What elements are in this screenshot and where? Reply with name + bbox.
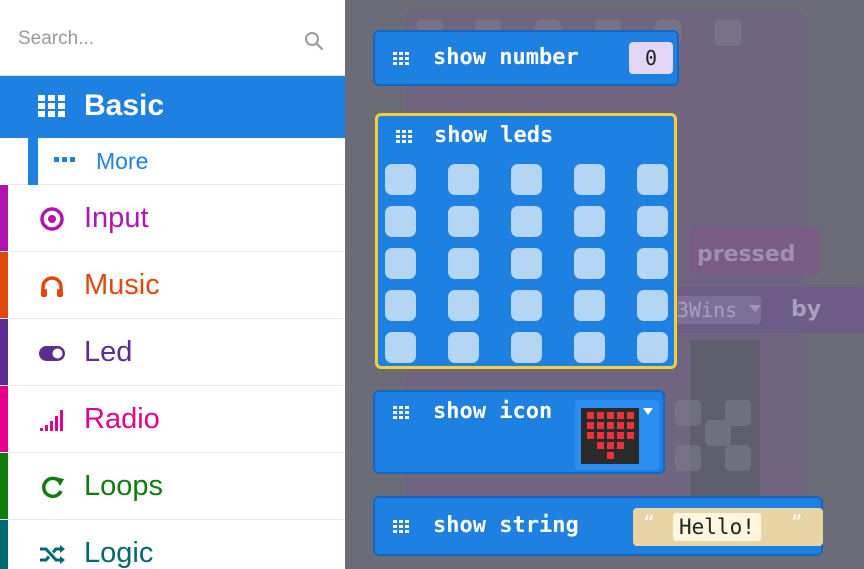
grid-icon (396, 130, 412, 143)
led-cell[interactable] (448, 248, 479, 279)
search-input[interactable] (16, 18, 300, 60)
show-leds-label: show leds (434, 123, 554, 148)
show-number-label: show number (433, 45, 579, 70)
category-more-label: More (96, 148, 149, 174)
led-cell[interactable] (574, 164, 605, 195)
category-led[interactable]: Led (0, 319, 345, 386)
category-radio-label: Radio (84, 403, 160, 435)
category-music-label: Music (84, 269, 160, 301)
toolbox-sidebar: Basic More Input Music Led (0, 0, 345, 569)
more-indicator (28, 138, 38, 185)
close-quote: ” (791, 512, 803, 537)
category-loops[interactable]: Loops (0, 453, 345, 520)
led-cell[interactable] (511, 248, 542, 279)
grid-icon (38, 95, 65, 117)
bg-pressed-text: pressed (697, 242, 795, 267)
led-cell[interactable] (637, 206, 668, 237)
grid-icon (393, 406, 409, 419)
bg-by-text: by (791, 297, 821, 322)
category-input-label: Input (84, 202, 149, 234)
category-basic-label: Basic (84, 89, 165, 122)
led-cell[interactable] (385, 248, 416, 279)
led-cell[interactable] (637, 164, 668, 195)
category-more[interactable]: More (0, 138, 345, 185)
show-string-label: show string (433, 513, 579, 538)
led-cell[interactable] (574, 332, 605, 363)
led-cell[interactable] (511, 164, 542, 195)
number-input[interactable]: 0 (629, 42, 673, 74)
led-cell[interactable] (574, 248, 605, 279)
search-box (0, 0, 345, 76)
category-music[interactable]: Music (0, 252, 345, 319)
led-cell[interactable] (511, 332, 542, 363)
category-basic[interactable]: Basic (0, 76, 345, 138)
grid-icon (393, 520, 409, 533)
led-cell[interactable] (574, 206, 605, 237)
led-cell[interactable] (448, 290, 479, 321)
led-cell[interactable] (385, 332, 416, 363)
open-quote: “ (643, 512, 655, 537)
icon-picker-dropdown[interactable] (575, 400, 659, 470)
headphones-icon (41, 276, 63, 297)
led-cell[interactable] (448, 206, 479, 237)
category-logic-label: Logic (84, 537, 154, 569)
show-leds-block[interactable]: show leds (375, 113, 677, 369)
string-value[interactable]: Hello! (673, 513, 761, 541)
category-led-label: Led (84, 336, 133, 368)
led-cell[interactable] (385, 164, 416, 195)
string-input[interactable]: “ Hello! ” (633, 508, 823, 546)
grid-icon (393, 52, 409, 65)
signal-bars-icon (40, 410, 63, 431)
category-logic[interactable]: Logic (0, 520, 345, 569)
show-number-block[interactable]: show number 0 (373, 30, 679, 86)
show-icon-label: show icon (433, 399, 553, 424)
show-icon-block[interactable]: show icon (373, 390, 665, 474)
blocks-workspace[interactable]: pressed 3Wins by show number 0 show leds… (345, 0, 864, 569)
target-icon (40, 207, 64, 231)
led-cell[interactable] (511, 290, 542, 321)
led-cell[interactable] (637, 248, 668, 279)
category-radio[interactable]: Radio (0, 386, 345, 453)
show-string-block[interactable]: show string “ Hello! ” (373, 496, 823, 556)
led-cell[interactable] (385, 290, 416, 321)
led-cell[interactable] (385, 206, 416, 237)
led-cell[interactable] (637, 290, 668, 321)
category-input[interactable]: Input (0, 185, 345, 252)
toggle-icon (39, 346, 65, 361)
led-cell[interactable] (637, 332, 668, 363)
loop-icon (42, 476, 64, 499)
category-loops-label: Loops (84, 470, 164, 502)
more-dots-icon (54, 157, 75, 162)
led-cell[interactable] (574, 290, 605, 321)
led-cell[interactable] (511, 206, 542, 237)
search-icon[interactable] (304, 31, 324, 51)
bg-wins-text: 3Wins (677, 298, 737, 322)
led-cell[interactable] (448, 332, 479, 363)
led-cell[interactable] (448, 164, 479, 195)
shuffle-icon (40, 545, 65, 564)
